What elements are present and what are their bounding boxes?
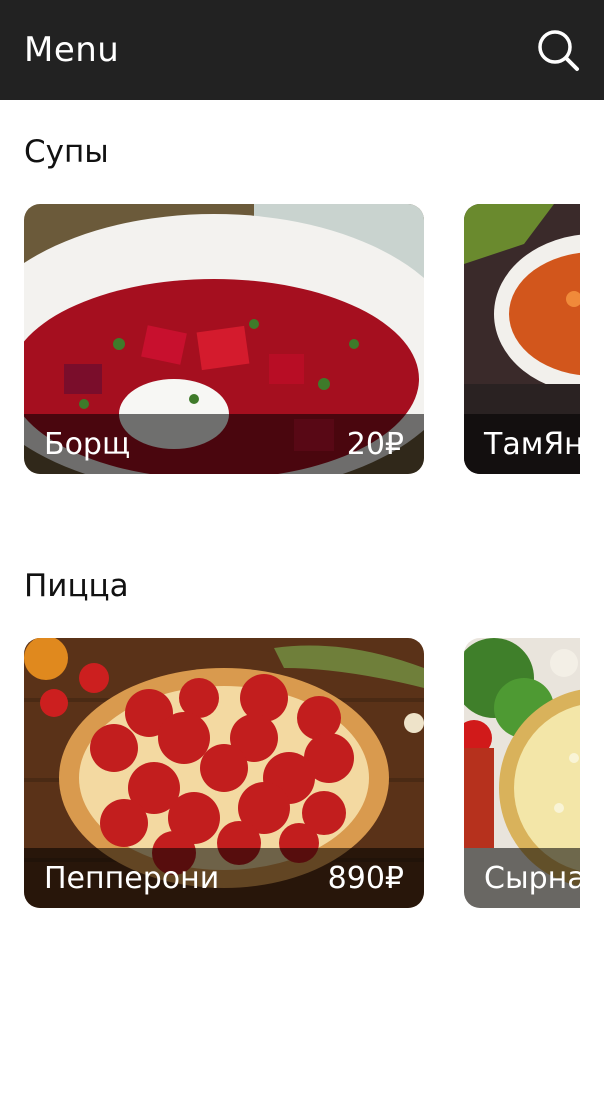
menu-item-card[interactable]: Сырна	[464, 638, 580, 908]
item-name: Борщ	[44, 426, 131, 462]
horizontal-item-list[interactable]: Борщ 20₽ ТамЯн	[24, 204, 580, 474]
section-soups: Супы Борщ 20₽ ТамЯн	[0, 100, 604, 540]
section-title: Супы	[24, 134, 109, 170]
search-icon	[538, 30, 579, 71]
section-title: Пицца	[24, 568, 129, 604]
card-caption: ТамЯн	[464, 414, 580, 474]
card-caption: Пепперони 890₽	[24, 848, 424, 908]
card-caption: Сырна	[464, 848, 580, 908]
app-bar: Menu	[0, 0, 604, 100]
card-caption: Борщ 20₽	[24, 414, 424, 474]
menu-item-card[interactable]: Пепперони 890₽	[24, 638, 424, 908]
item-name: ТамЯн	[484, 426, 580, 462]
item-price: 20₽	[346, 426, 404, 462]
menu-item-card[interactable]: Борщ 20₽	[24, 204, 424, 474]
horizontal-item-list[interactable]: Пепперони 890₽ Сырна	[24, 638, 580, 908]
item-name: Пепперони	[44, 860, 220, 896]
app-title: Menu	[24, 30, 120, 70]
search-button[interactable]	[536, 28, 580, 72]
section-pizza: Пицца Пепперони 890₽ Сырна	[0, 540, 604, 980]
item-price: 890₽	[327, 860, 404, 896]
menu-item-card[interactable]: ТамЯн	[464, 204, 580, 474]
item-name: Сырна	[484, 860, 580, 896]
